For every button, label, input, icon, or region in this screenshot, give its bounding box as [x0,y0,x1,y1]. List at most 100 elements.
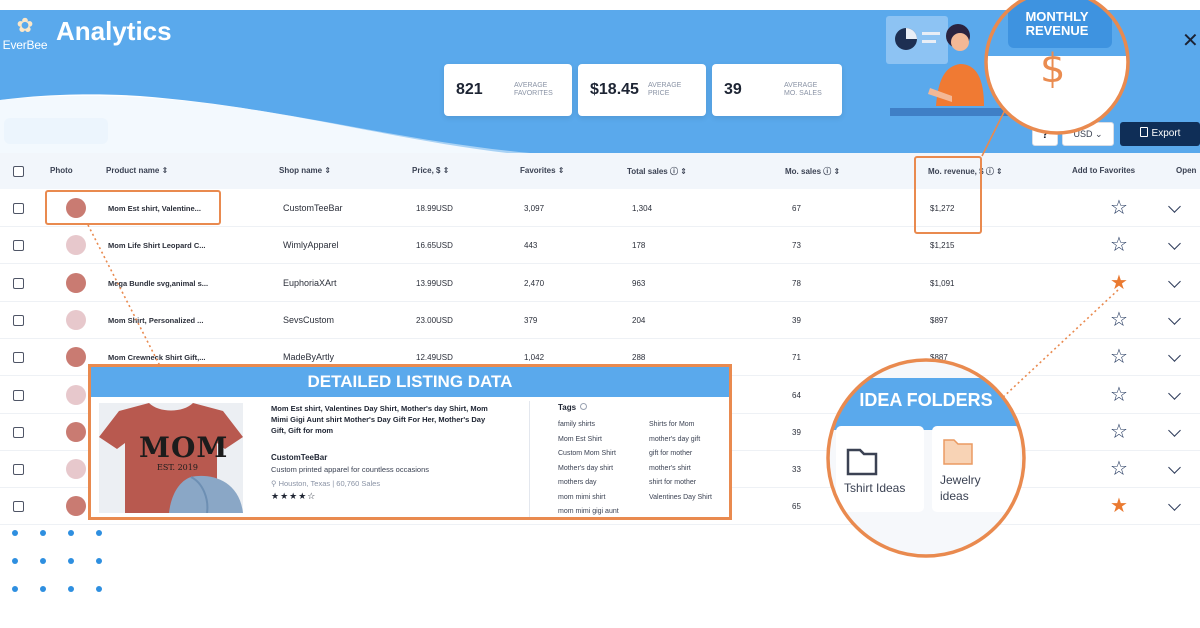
sort-icon: ⇕ [324,166,332,175]
favorite-star-icon[interactable]: ☆ [1110,235,1128,255]
product-thumbnail[interactable] [66,421,86,442]
row-checkbox[interactable] [13,277,24,289]
dot [68,530,74,536]
table-row[interactable]: Mom Shirt, Personalized ... SevsCustom 23.… [0,302,1200,339]
chevron-down-icon[interactable] [1168,274,1181,288]
tag-item[interactable]: Shirts for Mom [649,421,695,428]
tag-item[interactable]: family shirts [558,421,595,428]
row-checkbox[interactable] [13,352,24,364]
detailed-listing-panel: DETAILED LISTING DATA MOM EST. 2019 Mom … [88,364,732,520]
row-checkbox[interactable] [13,203,24,214]
row-checkbox[interactable] [13,314,24,326]
chevron-down-icon[interactable] [1168,423,1181,437]
favorites-count: 379 [524,315,538,325]
favorite-star-icon[interactable]: ☆ [1110,347,1128,367]
chevron-down-icon[interactable] [1168,200,1181,213]
product-thumbnail[interactable] [66,309,86,330]
mo-sales: 78 [792,278,801,288]
product-name[interactable]: Mom Shirt, Personalized ... [108,316,203,325]
chevron-down-icon[interactable] [1168,312,1181,325]
tag-item[interactable]: Mother's day shirt [558,465,613,472]
product-thumbnail[interactable] [66,272,86,293]
table-row[interactable]: Mega Bundle svg,animal s... EuphoriaXArt 1… [0,265,1200,302]
row-checkbox[interactable] [13,464,24,476]
tag-item[interactable]: mom mimi shirt [558,494,605,501]
export-icon [1139,127,1148,137]
col-open: Open [1176,166,1197,175]
product-thumbnail[interactable] [66,496,86,517]
total-sales: 963 [632,278,646,288]
favorite-star-icon[interactable]: ☆ [1110,459,1128,479]
product-thumbnail[interactable] [66,347,86,368]
favorite-star-icon[interactable]: ☆ [1110,198,1128,218]
favorite-star-icon[interactable]: ☆ [1110,422,1128,442]
close-icon[interactable]: ✕ [1182,28,1199,53]
favorite-star-icon[interactable]: ★ [1110,273,1128,293]
shop-name[interactable]: EuphoriaXArt [283,278,337,288]
chevron-down-icon[interactable] [1168,386,1181,400]
tag-item[interactable]: mom mimi gigi aunt [558,508,619,515]
chevron-down-icon[interactable] [1168,237,1181,251]
shop-name[interactable]: MadeByArtly [283,352,334,362]
dot [12,530,18,536]
listing-description: Custom printed apparel for countless occ… [271,465,429,474]
chevron-down-icon[interactable] [1168,349,1181,363]
tag-item[interactable]: gift for mother [649,450,692,457]
shop-name[interactable]: WimlyApparel [283,240,339,250]
product-thumbnail[interactable] [66,235,86,256]
search-pill [4,118,108,144]
favorite-star-icon[interactable]: ☆ [1110,385,1128,405]
col-price[interactable]: Price, $ ⇕ [412,166,449,175]
tag-item[interactable]: Valentines Day Shirt [649,494,712,501]
sort-icon: ⇕ [833,167,841,176]
tag-item[interactable]: shirt for mother [649,479,696,486]
price: 18.99USD [416,204,453,213]
price: 13.99USD [416,278,453,288]
total-sales: 204 [632,315,646,325]
col-favorites[interactable]: Favorites ⇕ [520,166,565,175]
product-thumbnail[interactable] [66,459,86,480]
everbee-logo[interactable]: ✿ EverBee [0,16,50,54]
chevron-down-icon[interactable] [1168,498,1181,512]
bee-icon: ✿ [16,15,34,37]
rating-stars: ★★★★☆ [271,491,317,501]
shop-name[interactable]: SevsCustom [283,315,334,325]
product-name[interactable]: Mega Bundle svg,animal s... [108,279,208,288]
select-all-checkbox[interactable] [13,166,24,177]
mo-sales: 67 [792,204,801,213]
shop-name[interactable]: CustomTeeBar [283,203,343,213]
info-icon: ⓘ [823,167,832,176]
dot [12,558,18,564]
favorite-star-icon[interactable]: ☆ [1110,310,1128,330]
favorites-count: 2,470 [524,278,545,288]
info-icon [580,403,588,410]
sort-icon: ⇕ [557,166,565,175]
total-sales: 1,304 [632,204,653,213]
product-name[interactable]: Mom Crewneck Shirt Gift,... [108,353,206,362]
listing-shop[interactable]: CustomTeeBar [271,453,327,462]
row-checkbox[interactable] [13,389,24,401]
tag-item[interactable]: Custom Mom Shirt [558,450,616,457]
product-thumbnail[interactable] [66,384,86,405]
row-checkbox[interactable] [13,426,24,438]
col-mo-sales[interactable]: Mo. sales ⓘ ⇕ [785,166,840,177]
tag-item[interactable]: Mom Est Shirt [558,436,602,443]
product-name[interactable]: Mom Life Shirt Leopard C... [108,241,206,250]
row-checkbox[interactable] [13,240,24,252]
chevron-down-icon[interactable] [1168,461,1181,474]
folder-tshirt-ideas[interactable]: Tshirt Ideas [844,481,905,495]
folder-jewelry-ideas[interactable]: Jewelry ideas [940,472,994,504]
tag-item[interactable]: mothers day [558,479,597,486]
stat-avg-mo-sales: 39 AVERAGE MO. SALES [712,64,842,116]
table-row[interactable]: Mom Life Shirt Leopard C... WimlyApparel 1… [0,227,1200,265]
col-total-sales[interactable]: Total sales ⓘ ⇕ [627,166,687,177]
col-shop-name[interactable]: Shop name ⇕ [279,166,331,175]
idea-folders-heading: IDEA FOLDERS [859,390,993,410]
export-button[interactable]: Export [1120,122,1200,146]
tag-item[interactable]: mother's shirt [649,465,691,472]
listing-location: ⚲ Houston, Texas | 60,760 Sales [271,479,381,488]
col-product-name[interactable]: Product name ⇕ [106,166,168,175]
row-checkbox[interactable] [13,501,24,513]
favorite-star-icon[interactable]: ★ [1110,496,1128,516]
tag-item[interactable]: mother's day gift [649,436,700,443]
